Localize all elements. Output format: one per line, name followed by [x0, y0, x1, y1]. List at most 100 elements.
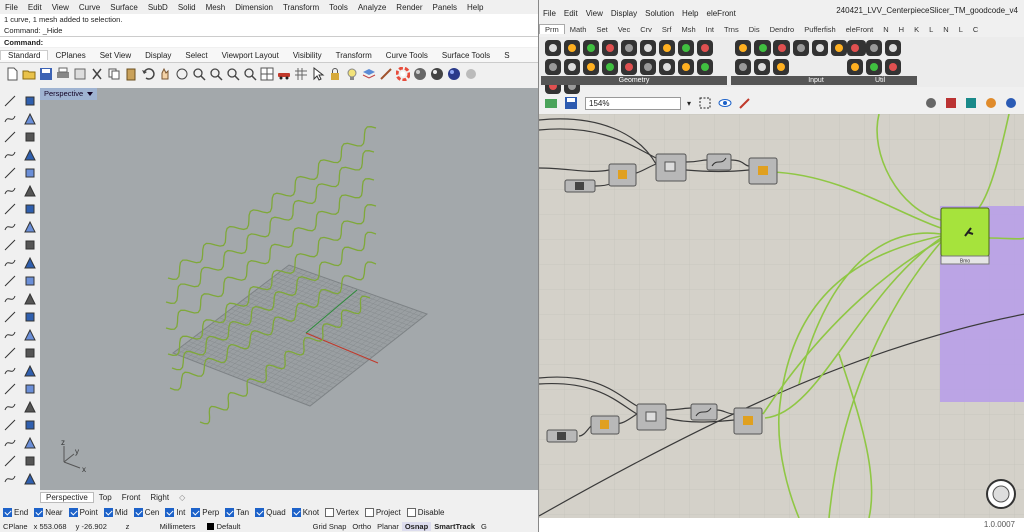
- check-icon[interactable]: [2, 435, 18, 451]
- osnap-checkbox[interactable]: [34, 508, 44, 517]
- osnap-checkbox[interactable]: [406, 508, 416, 517]
- gh-tab[interactable]: Prm: [539, 24, 565, 34]
- zoom-extents-icon[interactable]: [225, 66, 241, 82]
- layer-icon[interactable]: [2, 453, 18, 469]
- select-icon[interactable]: [310, 66, 326, 82]
- sketch-pen-icon[interactable]: [737, 95, 753, 111]
- gh-save-icon[interactable]: [563, 95, 579, 111]
- menu-edit[interactable]: Edit: [23, 3, 47, 12]
- tab-surface-tools[interactable]: Surface Tools: [435, 51, 497, 60]
- boolean-icon[interactable]: [2, 255, 18, 271]
- zoom-extents-icon[interactable]: [697, 95, 713, 111]
- array-icon[interactable]: [22, 363, 38, 379]
- osnap-disable[interactable]: Disable: [404, 508, 448, 517]
- gh-menu-display[interactable]: Display: [607, 9, 641, 18]
- tab-select[interactable]: Select: [178, 51, 214, 60]
- toggle-ortho[interactable]: Ortho: [349, 522, 374, 531]
- ribbon-component-icon[interactable]: [697, 59, 713, 75]
- display-sphere-icon[interactable]: [1003, 95, 1019, 111]
- osnap-int[interactable]: Int: [162, 508, 188, 517]
- copy-icon[interactable]: [22, 327, 38, 343]
- menu-view[interactable]: View: [47, 3, 74, 12]
- add-viewport-icon[interactable]: ◇: [174, 493, 190, 502]
- gh-tab[interactable]: K: [909, 25, 924, 34]
- toggle-smarttrack[interactable]: SmartTrack: [431, 522, 478, 531]
- ribbon-component-icon[interactable]: [812, 40, 828, 56]
- ribbon-component-icon[interactable]: [640, 59, 656, 75]
- ribbon-component-icon[interactable]: [621, 59, 637, 75]
- ribbon-component-icon[interactable]: [847, 40, 863, 56]
- gh-menu-file[interactable]: File: [539, 9, 560, 18]
- gh-tab[interactable]: Dendro: [765, 25, 800, 34]
- block-icon[interactable]: [2, 399, 18, 415]
- ribbon-component-icon[interactable]: [602, 40, 618, 56]
- mesh-preview-icon[interactable]: [963, 95, 979, 111]
- menu-curve[interactable]: Curve: [74, 3, 105, 12]
- command-prompt[interactable]: Command:: [0, 36, 538, 47]
- ribbon-component-icon[interactable]: [885, 40, 901, 56]
- toggle-gumball[interactable]: G: [478, 522, 490, 531]
- gh-menu-edit[interactable]: Edit: [560, 9, 582, 18]
- tab-curve-tools[interactable]: Curve Tools: [379, 51, 435, 60]
- ribbon-component-icon[interactable]: [735, 40, 751, 56]
- gh-tab[interactable]: L: [924, 25, 938, 34]
- sphere-icon[interactable]: [22, 201, 38, 217]
- viewport-tab-top[interactable]: Top: [94, 493, 117, 502]
- four-viewports-icon[interactable]: [259, 66, 275, 82]
- toggle-grid-snap[interactable]: Grid Snap: [310, 522, 350, 531]
- viewport-tab-front[interactable]: Front: [117, 493, 146, 502]
- menu-subd[interactable]: SubD: [143, 3, 173, 12]
- component-node[interactable]: [608, 163, 637, 187]
- gh-open-icon[interactable]: [543, 95, 559, 111]
- trim-icon[interactable]: [2, 309, 18, 325]
- light-bulb-icon[interactable]: [344, 66, 360, 82]
- component-node[interactable]: [655, 153, 687, 182]
- curve-icon[interactable]: [22, 165, 38, 181]
- gh-tab[interactable]: Crv: [635, 25, 657, 34]
- ribbon-component-icon[interactable]: [583, 59, 599, 75]
- component-node[interactable]: [636, 403, 667, 431]
- units[interactable]: Millimeters: [157, 522, 205, 531]
- pan-icon[interactable]: [157, 66, 173, 82]
- gh-tab[interactable]: Trns: [719, 25, 744, 34]
- gh-menu-elefront[interactable]: eleFront: [703, 9, 740, 18]
- analyze-icon[interactable]: [2, 471, 18, 487]
- save-icon[interactable]: [38, 66, 54, 82]
- gh-tab[interactable]: C: [968, 25, 983, 34]
- chevron-down-icon[interactable]: ▾: [685, 95, 693, 111]
- lock-icon[interactable]: [2, 417, 18, 433]
- dimension-icon[interactable]: [22, 381, 38, 397]
- osnap-tan[interactable]: Tan: [222, 508, 252, 517]
- ribbon-component-icon[interactable]: [640, 40, 656, 56]
- join-icon[interactable]: [2, 291, 18, 307]
- gh-tab[interactable]: Pufferfish: [799, 25, 841, 34]
- osnap-checkbox[interactable]: [191, 508, 201, 517]
- circle-icon[interactable]: [2, 129, 18, 145]
- menu-panels[interactable]: Panels: [428, 3, 462, 12]
- group-icon[interactable]: [22, 399, 38, 415]
- ribbon-component-icon[interactable]: [545, 40, 561, 56]
- render-icon[interactable]: [22, 453, 38, 469]
- tab-cplanes[interactable]: CPlanes: [48, 51, 92, 60]
- properties-icon[interactable]: [378, 66, 394, 82]
- component-node[interactable]: [690, 403, 718, 421]
- gh-menu-view[interactable]: View: [582, 9, 607, 18]
- component-node[interactable]: [564, 179, 596, 193]
- osnap-checkbox[interactable]: [255, 508, 265, 517]
- ribbon-component-icon[interactable]: [793, 40, 809, 56]
- osnap-mid[interactable]: Mid: [101, 508, 131, 517]
- gh-tab[interactable]: eleFront: [841, 25, 879, 34]
- gh-tab[interactable]: Math: [565, 25, 592, 34]
- select-arrow-icon[interactable]: [2, 93, 18, 109]
- osnap-end[interactable]: End: [0, 508, 31, 517]
- zoom-icon[interactable]: [191, 66, 207, 82]
- freeform-icon[interactable]: [2, 183, 18, 199]
- mirror-icon[interactable]: [2, 363, 18, 379]
- viewport-tab-perspective[interactable]: Perspective: [40, 492, 94, 503]
- component-node[interactable]: [706, 153, 732, 171]
- chevron-down-icon[interactable]: [87, 92, 94, 96]
- text-icon[interactable]: [2, 381, 18, 397]
- copy-icon[interactable]: [106, 66, 122, 82]
- menu-transform[interactable]: Transform: [278, 3, 324, 12]
- zoom-level-input[interactable]: 154%: [585, 96, 681, 110]
